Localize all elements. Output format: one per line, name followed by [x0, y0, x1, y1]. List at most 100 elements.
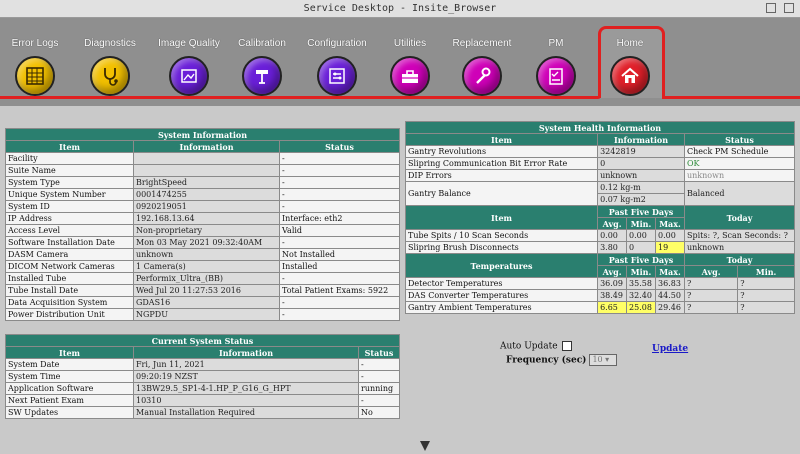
row-status: Not Installed: [279, 248, 400, 261]
gantry-balance-status: Balanced: [683, 181, 796, 206]
system-information-table: System Information Item Information Stat…: [5, 128, 400, 321]
row-min: 0.00: [626, 229, 657, 242]
row-max: 44.50: [655, 289, 685, 302]
toolbar-replacement[interactable]: Replacement: [442, 38, 522, 96]
error-log-icon[interactable]: [15, 56, 55, 96]
toolbar-pm[interactable]: PM: [516, 38, 596, 96]
toolbar-calibration[interactable]: Calibration: [222, 38, 302, 96]
table-row: Application Software 13BW29.5_SP1-4-1.HP_…: [5, 382, 400, 395]
row-item: System Date: [5, 358, 134, 371]
mouse-cursor-icon: [420, 441, 430, 451]
toolbar-label: Image Quality: [158, 38, 220, 49]
row-today-avg: ?: [683, 289, 739, 302]
health-top-body: Gantry Revolutions 3242819 Check PM Schedu…: [404, 145, 796, 182]
configuration-icon[interactable]: [317, 56, 357, 96]
image-quality-icon[interactable]: [169, 56, 209, 96]
row-item: System ID: [5, 200, 134, 213]
table-row: Facility -: [5, 152, 400, 165]
toolbar-label: Calibration: [238, 38, 286, 49]
table-row: System Type BrightSpeed -: [5, 176, 400, 189]
row-item: DASM Camera: [5, 248, 134, 261]
toolbar-configuration[interactable]: Configuration: [297, 38, 377, 96]
close-button[interactable]: [784, 3, 794, 13]
row-status: running: [358, 382, 400, 395]
row-min: 0: [626, 241, 657, 254]
row-info: Manual Installation Required: [133, 406, 359, 419]
toolbar-label: Diagnostics: [84, 38, 136, 49]
row-status: unknown: [683, 169, 796, 182]
row-info: [133, 164, 280, 177]
table-row: DAS Converter Temperatures 38.49 32.40 44.5…: [404, 289, 795, 302]
row-today-min: ?: [737, 301, 795, 314]
column-header: Min.: [737, 265, 795, 278]
row-status: Installed: [279, 260, 400, 273]
table-row: Power Distribution Unit NGPDU -: [5, 308, 400, 321]
auto-update-checkbox[interactable]: [561, 341, 572, 351]
row-info: unknown: [597, 169, 685, 182]
row-status: Interface: eth2: [279, 212, 400, 225]
toolbar-utilities[interactable]: Utilities: [370, 38, 450, 96]
window-controls: [766, 3, 794, 13]
auto-update-label: Auto Update: [500, 341, 558, 352]
column-header: Max.: [655, 217, 685, 230]
toolbar-label: Configuration: [307, 38, 367, 49]
row-item: Gantry Revolutions: [404, 145, 599, 158]
row-item: DICOM Network Cameras: [5, 260, 134, 273]
row-item: Data Acquisition System: [5, 296, 134, 309]
checklist-icon[interactable]: [536, 56, 576, 96]
current-system-status-table: Current System Status Item Information S…: [5, 334, 400, 419]
home-tab-underline: [0, 96, 800, 100]
column-header: Min.: [626, 265, 657, 278]
row-status: -: [358, 358, 400, 371]
table-row: Tube Install Date Wed Jul 20 11:27:53 201…: [5, 284, 400, 297]
column-header: Item: [404, 133, 599, 146]
row-item: IP Address: [5, 212, 134, 225]
toolbar-label: Home: [616, 38, 644, 49]
window-title: Service Desktop - Insite_Browser: [303, 3, 497, 14]
table-row: DICOM Network Cameras 1 Camera(s) Installe…: [5, 260, 400, 273]
row-max: 29.46: [655, 301, 685, 314]
toolbar-error-logs[interactable]: Error Logs: [0, 38, 75, 96]
column-header: Temperatures: [404, 253, 599, 278]
toolbar-label: PM: [548, 38, 564, 49]
table-row: IP Address 192.168.13.64 Interface: eth2: [5, 212, 400, 225]
row-item: Installed Tube: [5, 272, 134, 285]
update-link[interactable]: Update: [652, 344, 688, 354]
row-today: Spits: ?, Scan Seconds: ?: [683, 229, 796, 242]
calibration-icon[interactable]: [242, 56, 282, 96]
row-status: -: [279, 188, 400, 201]
toolbar-home[interactable]: Home: [590, 38, 670, 96]
row-item: Software Installation Date: [5, 236, 134, 249]
table-row: DIP Errors unknown unknown: [404, 169, 796, 182]
toolbox-icon[interactable]: [390, 56, 430, 96]
row-status: -: [358, 394, 400, 407]
wrench-icon[interactable]: [462, 56, 502, 96]
row-info: BrightSpeed: [133, 176, 280, 189]
column-header: Status: [683, 133, 796, 146]
stethoscope-icon[interactable]: [90, 56, 130, 96]
toolbar-image-quality[interactable]: Image Quality: [149, 38, 229, 96]
spits-body: Tube Spits / 10 Scan Seconds 0.00 0.00 0.00…: [404, 229, 796, 254]
row-today-min: ?: [737, 277, 795, 290]
column-header: Past Five Days: [597, 253, 685, 266]
row-info: 0001474255: [133, 188, 280, 201]
row-info: Wed Jul 20 11:27:53 2016: [133, 284, 280, 297]
row-item: Application Software: [5, 382, 134, 395]
gantry-balance-value-2: 0.07 kg-m2: [597, 193, 685, 206]
column-header: Information: [597, 133, 685, 146]
row-today: unknown: [683, 241, 796, 254]
row-item: Tube Spits / 10 Scan Seconds: [404, 229, 599, 242]
home-icon[interactable]: [610, 56, 650, 96]
column-header: Item: [404, 205, 599, 230]
row-item: Access Level: [5, 224, 134, 237]
row-item: System Type: [5, 176, 134, 189]
frequency-select[interactable]: 10 ▾: [589, 354, 618, 366]
row-info: [133, 152, 280, 165]
toolbar-diagnostics[interactable]: Diagnostics: [70, 38, 150, 96]
minimize-button[interactable]: [766, 3, 776, 13]
table-row: DASM Camera unknown Not Installed: [5, 248, 400, 261]
column-header: Past Five Days: [597, 205, 685, 218]
frequency-control: Frequency (sec) 10 ▾: [506, 354, 618, 366]
auto-update-control: Auto Update: [500, 341, 572, 352]
row-info: Mon 03 May 2021 09:32:40AM: [133, 236, 280, 249]
